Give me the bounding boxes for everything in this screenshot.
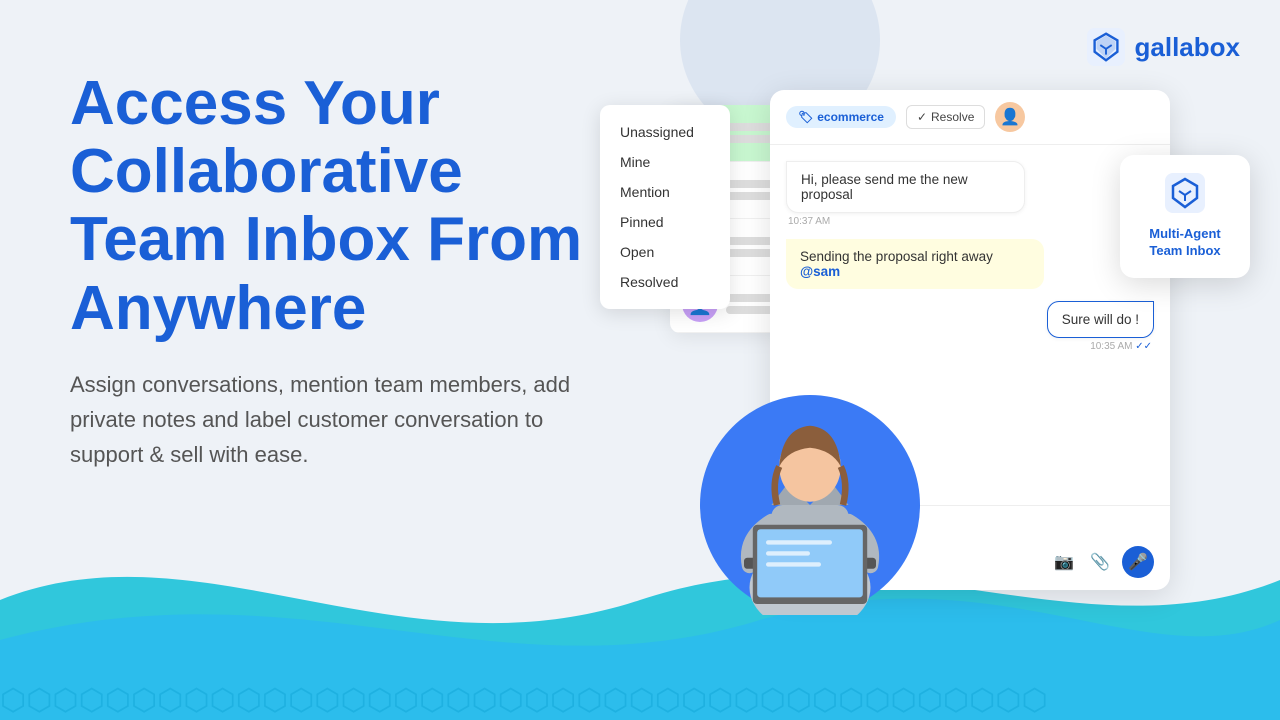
multi-agent-title-line1: Multi-Agent xyxy=(1149,226,1220,241)
hero-title-line2: Collaborative xyxy=(70,137,463,206)
ecommerce-tag: 🏷 ecommerce xyxy=(786,106,896,128)
hero-section: Access Your Collaborative Team Inbox Fro… xyxy=(70,70,590,472)
dropdown-menu: Unassigned Mine Mention Pinned Open Reso… xyxy=(600,105,730,309)
multi-agent-card: Multi-Agent Team Inbox xyxy=(1120,155,1250,278)
dropdown-item-mine[interactable]: Mine xyxy=(600,147,730,177)
sent-text: Sure will do ! xyxy=(1062,312,1139,327)
hero-subtitle: Assign conversations, mention team membe… xyxy=(70,367,590,473)
wave-pattern: ⬡⬡⬡⬡⬡⬡⬡⬡⬡⬡⬡⬡⬡⬡⬡⬡⬡⬡⬡⬡⬡⬡⬡⬡⬡⬡⬡⬡⬡⬡⬡⬡⬡⬡⬡⬡⬡⬡⬡⬡ xyxy=(0,684,1048,717)
mention-tag: @sam xyxy=(800,264,840,279)
resolve-button[interactable]: ✓ Resolve xyxy=(906,105,985,129)
note-bubble: Sending the proposal right away @sam xyxy=(786,239,1044,289)
hero-title-line3: Team Inbox From xyxy=(70,205,582,274)
multi-agent-title-line2: Team Inbox xyxy=(1149,243,1220,258)
gallabox-logo-icon xyxy=(1087,28,1125,66)
sent-time: 10:35 AM ✓✓ xyxy=(1047,341,1154,352)
message-text: Hi, please send me the new proposal xyxy=(801,172,968,202)
message-bubble: Hi, please send me the new proposal xyxy=(786,161,1025,213)
mockup-container: Unassigned Mine Mention Pinned Open Reso… xyxy=(590,85,1250,645)
hero-title-line1: Access Your xyxy=(70,69,440,138)
hero-title-line4: Anywhere xyxy=(70,274,366,343)
tag-icon: 🏷 xyxy=(798,110,813,124)
person-figure xyxy=(700,385,920,615)
microphone-icon[interactable]: 🎤 xyxy=(1122,546,1154,578)
attachment-icon[interactable]: 📎 xyxy=(1086,548,1114,576)
message-received: Hi, please send me the new proposal 10:3… xyxy=(786,161,1025,227)
sent-time-text: 10:35 AM xyxy=(1090,341,1132,352)
sent-bubble: Sure will do ! xyxy=(1047,301,1154,338)
hero-title: Access Your Collaborative Team Inbox Fro… xyxy=(70,70,590,343)
message-sent: Sure will do ! 10:35 AM ✓✓ xyxy=(1047,301,1154,352)
chat-header: 🏷 ecommerce ✓ Resolve 👤 xyxy=(770,90,1170,145)
dropdown-item-unassigned[interactable]: Unassigned xyxy=(600,117,730,147)
message-time: 10:37 AM xyxy=(786,216,1025,227)
camera-icon[interactable]: 📷 xyxy=(1050,548,1078,576)
dropdown-item-resolved[interactable]: Resolved xyxy=(600,267,730,297)
logo-text: gallabox xyxy=(1135,32,1240,63)
dropdown-item-mention[interactable]: Mention xyxy=(600,177,730,207)
read-tick: ✓✓ xyxy=(1135,341,1152,352)
multi-agent-icon xyxy=(1140,173,1230,218)
resolve-label: Resolve xyxy=(931,110,974,124)
dropdown-item-open[interactable]: Open xyxy=(600,237,730,267)
logo-area: gallabox xyxy=(1087,28,1240,66)
multi-agent-title: Multi-Agent Team Inbox xyxy=(1140,226,1230,260)
check-icon: ✓ xyxy=(917,110,927,124)
header-avatar: 👤 xyxy=(995,102,1025,132)
dropdown-item-pinned[interactable]: Pinned xyxy=(600,207,730,237)
tag-label: ecommerce xyxy=(817,110,884,124)
message-note: Sending the proposal right away @sam xyxy=(786,239,1044,289)
